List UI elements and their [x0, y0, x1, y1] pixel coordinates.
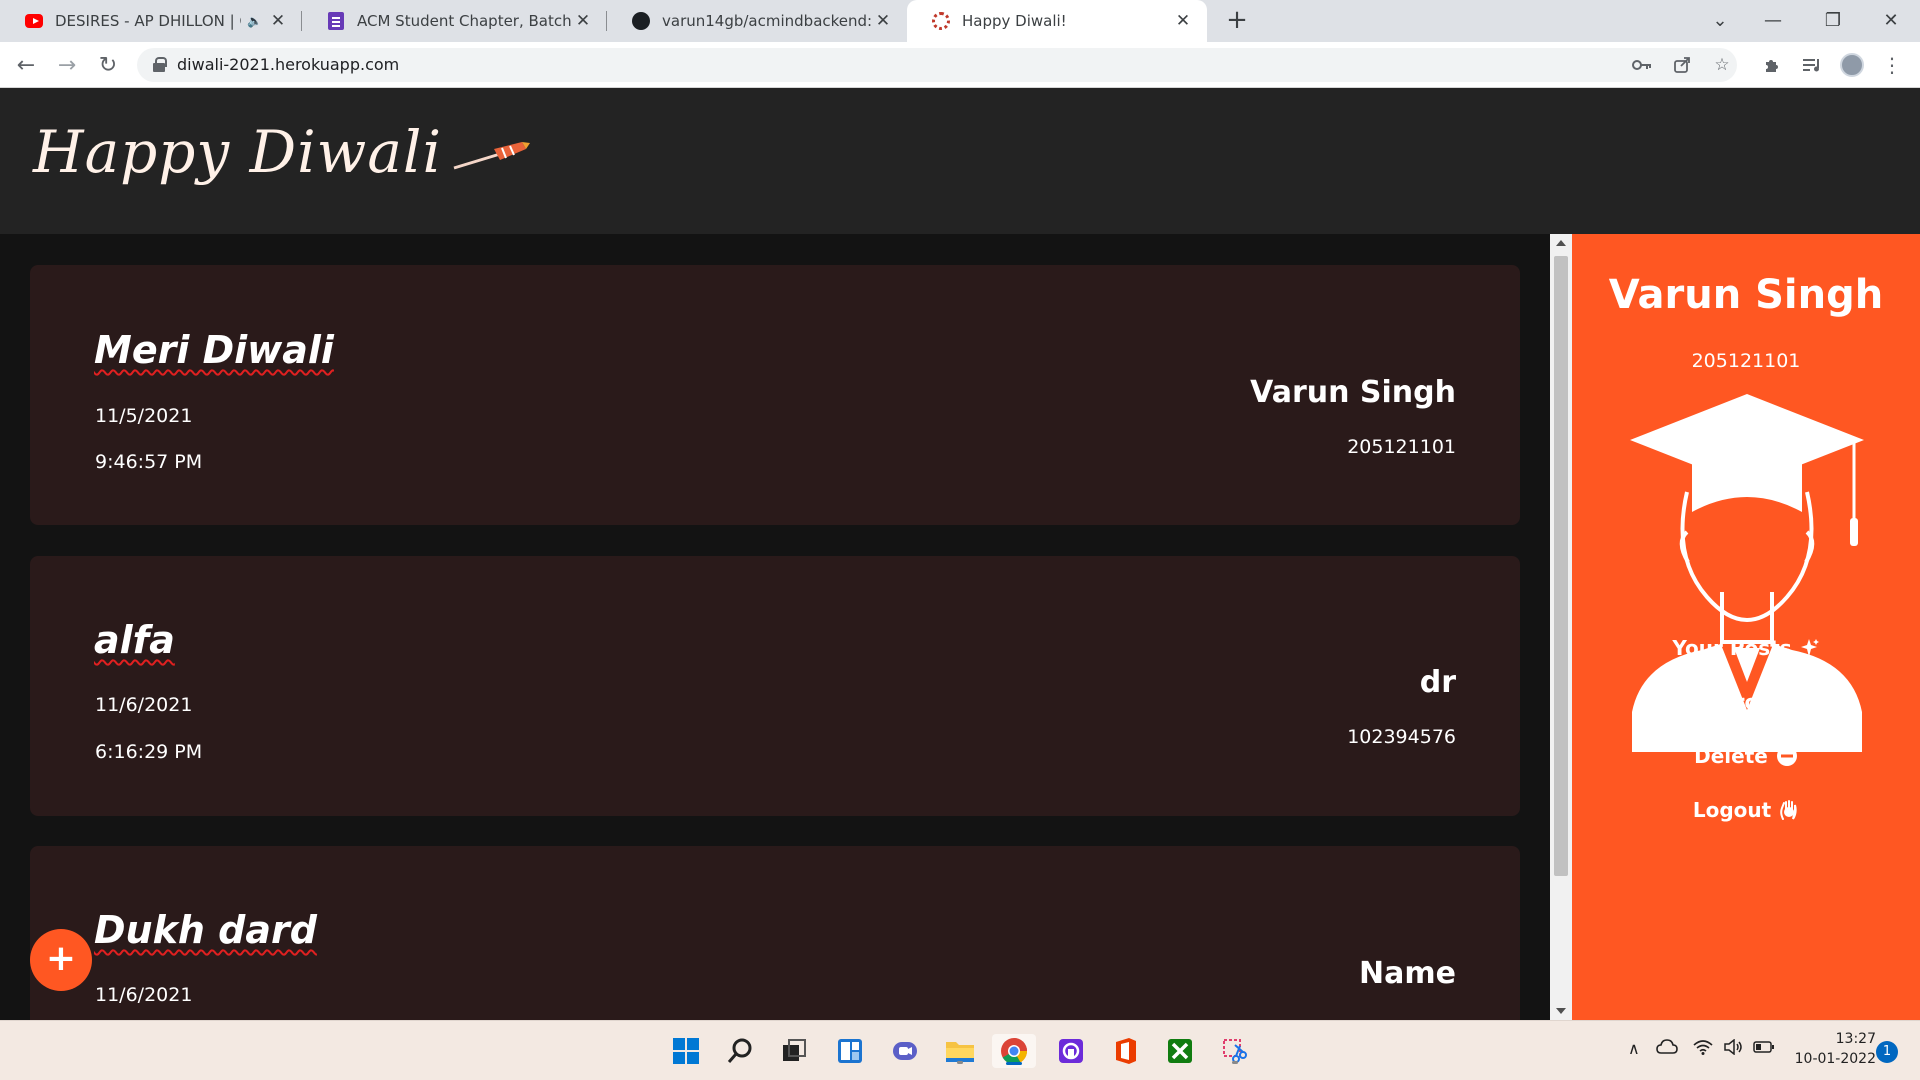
new-tab-button[interactable]: +	[1222, 6, 1252, 36]
page-scrollbar[interactable]	[1550, 234, 1572, 1020]
window-close-button[interactable]: ✕	[1871, 4, 1911, 36]
tab-title: varun14gb/acmindbackend: back	[662, 12, 873, 30]
key-icon[interactable]	[1630, 53, 1654, 77]
close-icon[interactable]: ✕	[873, 11, 893, 31]
minimize-button[interactable]: —	[1753, 4, 1793, 36]
profile-sidebar: Varun Singh 205121101 Your Posts Edit Pr…	[1572, 234, 1920, 1020]
tab-title: ACM Student Chapter, Batch 202	[357, 12, 573, 30]
xbox-icon[interactable]	[1163, 1034, 1197, 1068]
share-icon[interactable]	[1670, 53, 1694, 77]
clock-date: 10-01-2022	[1794, 1051, 1876, 1067]
snipping-tool-icon[interactable]	[1218, 1034, 1252, 1068]
volume-icon[interactable]	[1723, 1038, 1743, 1059]
back-button[interactable]: ←	[10, 49, 42, 81]
post-date: 11/6/2021	[95, 694, 193, 716]
tab-search-icon[interactable]: ⌄	[1700, 4, 1740, 36]
post-card[interactable]: Meri Diwali 11/5/2021 9:46:57 PM Varun S…	[30, 265, 1520, 525]
post-author-roll: 205121101	[1347, 436, 1456, 458]
clock-time: 13:27	[1835, 1031, 1876, 1047]
edit-profile-link[interactable]: Edit Profile	[1572, 690, 1920, 714]
menu-kebab-icon[interactable]: ⋮	[1880, 53, 1904, 77]
forward-button[interactable]: →	[51, 49, 83, 81]
task-view-icon[interactable]	[777, 1034, 811, 1068]
battery-icon[interactable]	[1753, 1039, 1775, 1058]
profile-name: Varun Singh	[1608, 272, 1884, 318]
site-logo[interactable]: Happy Diwali	[33, 118, 530, 186]
logo-text: Happy Diwali	[33, 118, 442, 186]
post-title[interactable]: Meri Diwali	[94, 328, 334, 372]
delete-account-link[interactable]: Delete	[1572, 744, 1920, 768]
tab-title: Happy Diwali!	[962, 12, 1067, 30]
post-time: 9:46:57 PM	[95, 451, 203, 473]
browser-toolbar: ← → ↻ diwali-2021.herokuapp.com ☆ ⋮	[0, 42, 1920, 88]
posts-feed: Meri Diwali 11/5/2021 9:46:57 PM Varun S…	[0, 234, 1550, 1020]
office-icon[interactable]	[1109, 1034, 1143, 1068]
post-author-roll: 102394576	[1347, 726, 1456, 748]
post-author: dr	[1419, 665, 1456, 700]
delete-label: Delete	[1694, 744, 1768, 768]
post-card[interactable]: alfa 11/6/2021 6:16:29 PM dr 102394576	[30, 556, 1520, 816]
vpn-app-icon[interactable]	[1054, 1034, 1088, 1068]
post-card[interactable]: Dukh dard 11/6/2021 Name	[30, 846, 1520, 1020]
tab-youtube[interactable]: DESIRES - AP DHILLON | GUR 🔈 ✕	[0, 0, 302, 42]
system-clock[interactable]: 13:27 10-01-2022	[1786, 1029, 1876, 1069]
reload-button[interactable]: ↻	[92, 49, 124, 81]
your-posts-label: Your Posts	[1672, 636, 1792, 660]
github-icon	[632, 12, 650, 30]
speaker-icon[interactable]: 🔈	[247, 14, 262, 28]
minus-circle-icon	[1776, 745, 1798, 767]
wifi-icon[interactable]	[1693, 1039, 1713, 1059]
post-date: 11/5/2021	[95, 405, 193, 427]
post-date: 11/6/2021	[95, 984, 193, 1006]
post-author: Name	[1359, 956, 1456, 991]
add-post-button[interactable]: +	[30, 929, 92, 991]
url-text: diwali-2021.herokuapp.com	[177, 55, 400, 74]
post-author: Varun Singh	[1250, 375, 1456, 410]
youtube-icon	[25, 12, 43, 30]
site-header: Happy Diwali	[0, 88, 1920, 234]
show-hidden-icons-chevron-icon[interactable]: ∧	[1628, 1039, 1640, 1058]
tab-happy-diwali[interactable]: Happy Diwali! ✕	[907, 0, 1207, 42]
logout-link[interactable]: Logout	[1572, 798, 1920, 822]
post-title[interactable]: alfa	[94, 618, 175, 662]
windows-taskbar: ∧ 13:27 10-01-2022 1	[0, 1020, 1920, 1080]
widgets-icon[interactable]	[833, 1034, 867, 1068]
logout-label: Logout	[1692, 798, 1772, 822]
tab-google-forms[interactable]: ACM Student Chapter, Batch 202 ✕	[302, 0, 607, 42]
edit-profile-label: Edit Profile	[1668, 690, 1794, 714]
scrollbar-thumb[interactable]	[1554, 256, 1568, 876]
sparkle-icon	[1800, 638, 1820, 658]
windows-start-icon[interactable]	[669, 1034, 703, 1068]
writing-hand-icon	[1801, 692, 1823, 712]
file-explorer-icon[interactable]	[943, 1034, 977, 1068]
post-time: 6:16:29 PM	[95, 741, 203, 763]
hand-icon	[1779, 799, 1799, 821]
close-icon[interactable]: ✕	[573, 11, 593, 31]
chrome-icon[interactable]	[992, 1034, 1036, 1068]
post-title[interactable]: Dukh dard	[94, 908, 317, 952]
bookmark-star-icon[interactable]: ☆	[1710, 53, 1734, 77]
profile-avatar[interactable]	[1840, 53, 1864, 77]
notification-badge[interactable]: 1	[1876, 1041, 1898, 1063]
scroll-down-arrow-icon[interactable]	[1550, 1002, 1572, 1020]
firework-rocket-icon	[453, 142, 530, 170]
onedrive-cloud-icon[interactable]	[1656, 1039, 1678, 1059]
media-control-icon[interactable]	[1800, 53, 1824, 77]
diwali-icon	[932, 12, 950, 30]
your-posts-link[interactable]: Your Posts	[1572, 636, 1920, 660]
google-forms-icon	[327, 12, 345, 30]
profile-roll-number: 205121101	[1691, 350, 1801, 372]
teams-chat-icon[interactable]	[888, 1034, 922, 1068]
tab-github[interactable]: varun14gb/acmindbackend: back ✕	[607, 0, 907, 42]
extensions-icon[interactable]	[1760, 53, 1784, 77]
lock-icon[interactable]	[153, 57, 167, 72]
address-bar[interactable]: diwali-2021.herokuapp.com	[137, 48, 1737, 82]
scroll-up-arrow-icon[interactable]	[1550, 234, 1572, 252]
search-icon[interactable]	[723, 1034, 757, 1068]
restore-button[interactable]: ❐	[1813, 4, 1853, 36]
tab-title: DESIRES - AP DHILLON | GUR	[55, 12, 241, 30]
close-icon[interactable]: ✕	[268, 11, 288, 31]
browser-tab-strip: DESIRES - AP DHILLON | GUR 🔈 ✕ ACM Stude…	[0, 0, 1920, 42]
close-icon[interactable]: ✕	[1173, 11, 1193, 31]
